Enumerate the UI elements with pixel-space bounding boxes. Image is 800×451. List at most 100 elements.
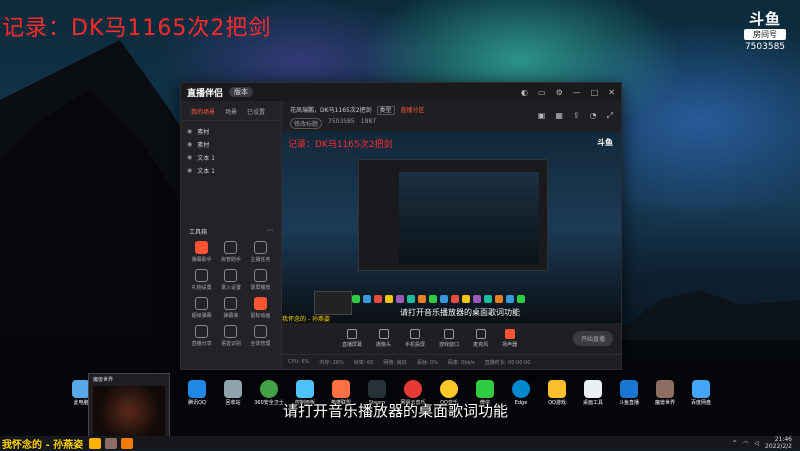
list-item[interactable]: ◉ 素材 [187, 125, 281, 138]
cursor-icon [253, 297, 267, 310]
maximize-icon[interactable]: □ [591, 88, 599, 97]
start-stream-button[interactable]: 开始直播 [572, 330, 613, 346]
eye-icon[interactable]: ◉ [187, 154, 192, 161]
share-icon [195, 325, 209, 338]
room-label: 房间号 [744, 29, 786, 40]
app-brand: 直播伴侣 [187, 88, 224, 99]
message-icon[interactable]: ▭ [538, 88, 546, 97]
douyu-icon [620, 380, 638, 398]
monitor-icon [347, 328, 357, 339]
main-panel: 花凤瑞鹏，DK马1165次2把剑 类型 直播分区 修改标题 7503585 18… [282, 101, 621, 369]
stream-record-title: 记录：DK马1165次2把剑 [2, 16, 272, 41]
tool-button[interactable]: 房管助手 [216, 241, 245, 263]
headset-icon[interactable]: ◐ [521, 88, 528, 97]
edit-title-button[interactable]: 修改标题 [290, 118, 323, 129]
bell-icon[interactable]: ◔ [590, 111, 597, 121]
taskbar-window-thumbnail[interactable]: 魔兽世界 [88, 373, 170, 441]
tool-button[interactable]: 录屏播放 [246, 269, 275, 291]
eye-icon[interactable]: ◉ [187, 167, 192, 174]
mic-icon [475, 328, 486, 339]
desktop-icon[interactable]: 魔兽世界 [650, 380, 680, 406]
network-icon[interactable]: ◠ [743, 440, 748, 447]
tool-button[interactable]: 主播任务 [246, 241, 275, 263]
tool-button[interactable]: 全体管理 [246, 325, 275, 347]
desktop-icon[interactable]: 360安全卫士 [254, 380, 284, 406]
eye-icon[interactable]: ◉ [187, 128, 192, 135]
phone-cast-button[interactable]: 手机投屏 [405, 328, 425, 348]
list-item[interactable]: ◉ 文本 1 [187, 164, 281, 177]
user-icon [224, 241, 238, 254]
microphone-button[interactable]: 麦克风 [473, 328, 488, 348]
window-icon [444, 328, 455, 339]
chevron-up-icon[interactable]: ^ [732, 440, 737, 447]
douyu-watermark: 斗鱼 房间号 7503585 [742, 10, 788, 53]
tool-button[interactable]: 语音识别 [216, 325, 245, 347]
minimize-icon[interactable]: — [573, 88, 581, 97]
game-window-button[interactable]: 游戏窗口 [439, 328, 459, 348]
stream-title[interactable]: 花凤瑞鹏，DK马1165次2把剑 [290, 107, 372, 114]
clock-time: 21:46 [774, 436, 792, 443]
clock[interactable]: 21:46 2022/2/2 [765, 436, 792, 450]
list-item[interactable]: ◉ 文本 1 [187, 151, 281, 164]
tool-button[interactable]: 直播分享 [187, 325, 216, 347]
streaming-app-window[interactable]: 直播伴侣 版本 ◐ ▭ ⚙ — □ ✕ 我的场景 场景 已设置 ◉ 素材 ◉ 素材 … [180, 82, 622, 370]
recycle-bin-icon [224, 380, 242, 398]
fans-count: 1887 [360, 118, 377, 125]
tool-button[interactable]: 礼物设置 [187, 269, 216, 291]
desktop-icon[interactable]: 百度网盘 [686, 380, 716, 406]
control-panel-icon [296, 380, 314, 398]
gift-icon[interactable]: ▣ [538, 111, 546, 121]
app-titlebar: 直播伴侣 版本 ◐ ▭ ⚙ — □ ✕ [181, 83, 621, 101]
security-icon [260, 380, 278, 398]
version-badge[interactable]: 版本 [229, 87, 254, 97]
preview-title: 记录：DK马1165次2把剑 [288, 140, 393, 150]
desktop-tool-icon [584, 380, 602, 398]
eye-icon[interactable]: ◉ [187, 141, 192, 148]
tool-button[interactable]: 弹幕库 [216, 297, 245, 319]
share-icon[interactable]: ⇪ [573, 111, 580, 121]
tool-button[interactable]: 弹幕助手 [187, 241, 216, 263]
desktop-icon[interactable]: 回收站 [218, 380, 248, 406]
camera-button[interactable]: 摄像头 [376, 328, 391, 348]
app-icon[interactable] [105, 437, 118, 449]
desktop-icon[interactable]: QQ游戏 [542, 380, 572, 406]
close-icon[interactable]: ✕ [608, 88, 615, 97]
desktop-icon[interactable]: 桌面工具 [578, 380, 608, 406]
preview-icon-row [352, 295, 525, 303]
layout-icon[interactable]: ▦ [555, 111, 563, 121]
volume-icon[interactable]: ◁ [754, 440, 759, 447]
app-icon[interactable] [89, 437, 102, 449]
danmaku-icon [195, 241, 209, 254]
screen-button[interactable]: 直播屏幕 [342, 328, 362, 348]
desktop-icon[interactable]: 腾讯QQ [182, 380, 212, 406]
more-icon[interactable]: ⋯ [267, 227, 273, 236]
stream-info: 花凤瑞鹏，DK马1165次2把剑 类型 直播分区 修改标题 7503585 18… [282, 101, 621, 131]
preview-game-thumbnail [314, 291, 352, 315]
tool-button[interactable]: 超级弹幕 [187, 297, 216, 319]
expand-icon[interactable]: ⤢ [607, 111, 613, 121]
desktop-icon[interactable]: 斗鱼直播 [614, 380, 644, 406]
recursive-preview-window [358, 159, 548, 271]
voice-icon [224, 325, 238, 338]
status-bar: CPU: 6% 内存: 26% 帧率: 60 网络: 良好 丢帧: 0% 码率:… [282, 354, 621, 369]
qq-music-icon [440, 380, 458, 398]
tab-my-scene[interactable]: 我的场景 [191, 107, 215, 116]
wow-icon [656, 380, 674, 398]
stream-preview[interactable]: 记录：DK马1165次2把剑 斗鱼 请打开音乐播放器的桌面歌词功能 我怀念的 -… [282, 131, 621, 323]
settings-icon[interactable]: ⚙ [556, 88, 563, 97]
preview-subtitle: 请打开音乐播放器的桌面歌词功能 [400, 308, 520, 317]
preview-douyu-logo: 斗鱼 [597, 138, 613, 147]
download-icon [224, 269, 238, 282]
desktop-icon[interactable]: Edge [506, 380, 536, 406]
tab-configured[interactable]: 已设置 [247, 107, 265, 116]
app-icon[interactable] [121, 437, 134, 449]
list-item[interactable]: ◉ 素材 [187, 138, 281, 151]
stream-tag[interactable]: 类型 [376, 106, 395, 115]
record-icon [253, 269, 267, 282]
tool-button[interactable]: 鼠标动画 [246, 297, 275, 319]
category-label[interactable]: 直播分区 [401, 107, 425, 114]
speaker-button[interactable]: 扬声器 [502, 328, 517, 348]
tab-scene[interactable]: 场景 [225, 107, 237, 116]
tool-button[interactable]: 录入设置 [216, 269, 245, 291]
source-list: ◉ 素材 ◉ 素材 ◉ 文本 1 ◉ 文本 1 [181, 121, 281, 177]
